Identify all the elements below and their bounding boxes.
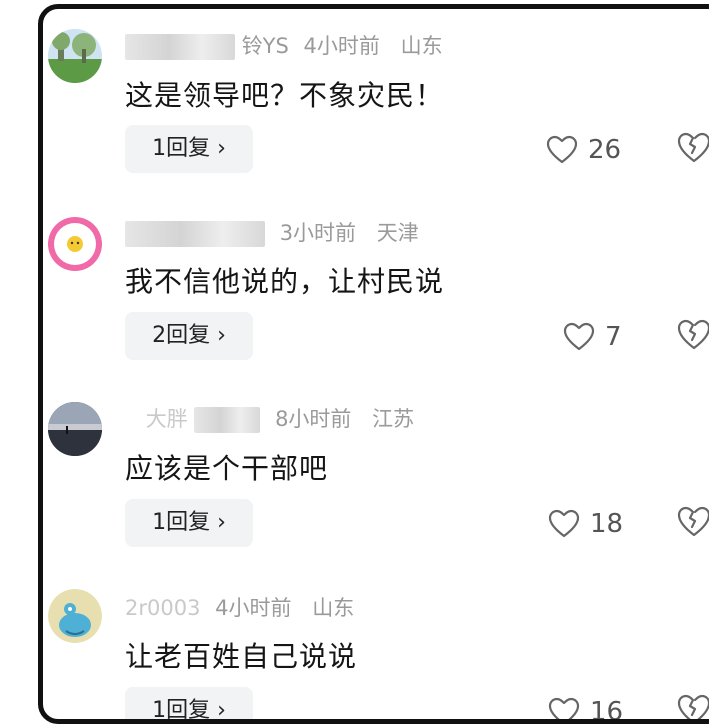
comment-time: 3小时前 <box>280 221 356 245</box>
like-button[interactable]: 26 <box>546 129 621 169</box>
username[interactable]: 大胖 <box>146 407 188 431</box>
comment-meta: 铃YS 4小时前 山东 <box>125 31 443 61</box>
blurred-username-tail <box>194 407 260 433</box>
comment-text[interactable]: 这是领导吧？不象灾民！ <box>125 74 444 114</box>
heart-outline-icon <box>548 509 580 539</box>
like-button[interactable]: 18 <box>548 503 623 543</box>
comment-text[interactable]: 应该是个干部吧 <box>125 447 328 487</box>
dislike-button[interactable] <box>676 131 709 167</box>
comment-time: 8小时前 <box>275 407 351 431</box>
like-button[interactable]: 7 <box>563 316 622 356</box>
like-button[interactable]: 16 <box>548 691 623 724</box>
avatar[interactable] <box>48 29 102 83</box>
like-count: 18 <box>590 509 623 539</box>
view-replies-button[interactable]: 2回复 › <box>125 312 253 360</box>
comment-panel: 铃YS 4小时前 山东 这是领导吧？不象灾民！ 1回复 › 26 3小时前 <box>38 4 709 724</box>
like-count: 16 <box>590 697 623 724</box>
view-replies-button[interactable]: 1回复 › <box>125 125 253 173</box>
comment-text[interactable]: 让老百姓自己说说 <box>125 635 357 675</box>
avatar[interactable] <box>48 402 102 456</box>
comment-text[interactable]: 我不信他说的，让村民说 <box>125 260 444 300</box>
username[interactable]: 铃YS <box>242 34 289 58</box>
dislike-button[interactable] <box>676 693 709 724</box>
like-count: 26 <box>588 135 621 165</box>
dislike-button[interactable] <box>676 505 709 541</box>
view-replies-button[interactable]: 1回复 › <box>125 499 253 547</box>
username[interactable]: 2r0003 <box>125 596 200 620</box>
broken-heart-icon <box>676 505 709 539</box>
avatar[interactable] <box>48 589 102 643</box>
avatar[interactable] <box>48 217 102 271</box>
dislike-button[interactable] <box>676 318 709 354</box>
view-replies-button[interactable]: 1回复 › <box>125 687 253 724</box>
comment-time: 4小时前 <box>304 34 380 58</box>
comment-meta: 大胖 8小时前 江苏 <box>125 404 414 434</box>
comment-location: 天津 <box>377 221 419 245</box>
blurred-username <box>125 221 265 247</box>
blurred-username <box>125 34 235 60</box>
broken-heart-icon <box>676 131 709 165</box>
heart-outline-icon <box>548 697 580 724</box>
comment-meta: 3小时前 天津 <box>125 218 419 248</box>
comment-location: 山东 <box>401 34 443 58</box>
comment-meta: 2r0003 4小时前 山东 <box>125 593 354 623</box>
heart-outline-icon <box>546 135 578 165</box>
broken-heart-icon <box>676 318 709 352</box>
comment-location: 山东 <box>312 596 354 620</box>
comment-time: 4小时前 <box>215 596 291 620</box>
blurred-username <box>125 407 139 433</box>
broken-heart-icon <box>676 693 709 724</box>
like-count: 7 <box>605 322 622 352</box>
comment-location: 江苏 <box>372 407 414 431</box>
heart-outline-icon <box>563 322 595 352</box>
